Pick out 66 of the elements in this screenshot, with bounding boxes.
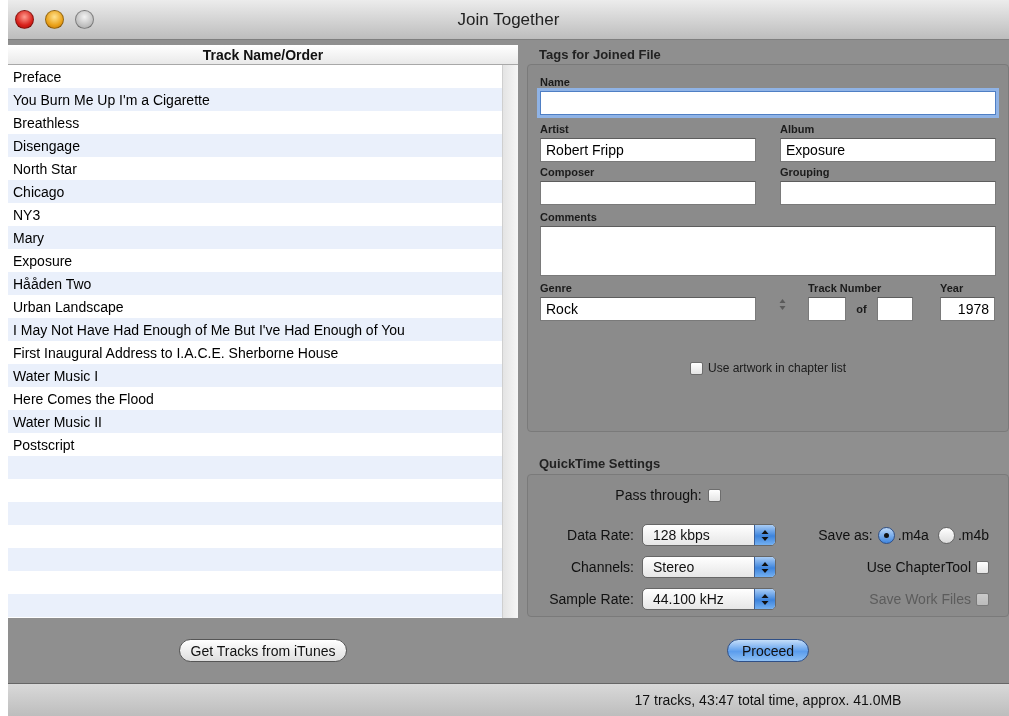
stepper-arrows-icon xyxy=(761,528,769,542)
section-title: Tags for Joined File xyxy=(538,46,662,64)
field-label: Album xyxy=(780,123,816,135)
track-name[interactable]: Urban Landscape xyxy=(13,298,124,315)
radio-button[interactable] xyxy=(877,526,895,544)
popup-menu[interactable]: 128 kbps xyxy=(642,524,776,546)
option-label: Save as: xyxy=(818,527,873,543)
composer-field[interactable] xyxy=(540,181,756,205)
track-count-field[interactable] xyxy=(877,297,913,321)
track-name[interactable]: Breathless xyxy=(13,114,80,131)
column-header[interactable]: Track Name/Order xyxy=(8,45,518,65)
zoom-button[interactable] xyxy=(75,10,94,29)
checkbox-label: Use artwork in chapter list xyxy=(707,361,846,375)
field-label: Comments xyxy=(540,211,598,223)
option-label: Sample Rate: xyxy=(549,591,634,607)
comments-field[interactable] xyxy=(540,226,996,276)
radio-button[interactable] xyxy=(937,526,955,544)
popup-menu[interactable]: 44.100 kHz xyxy=(642,588,776,610)
field-label: Track Number xyxy=(808,282,883,294)
name-field[interactable] xyxy=(540,91,996,115)
radio-label[interactable]: .m4b xyxy=(957,527,989,543)
artist-field[interactable]: Robert Fripp xyxy=(540,138,756,162)
proceed-button[interactable]: Proceed xyxy=(726,639,810,662)
track-name[interactable]: Preface xyxy=(13,68,62,85)
track-name[interactable]: Postscript xyxy=(13,436,75,453)
track-name[interactable]: North Star xyxy=(13,160,77,177)
year-field[interactable]: 1978 xyxy=(940,297,995,321)
field-label: Name xyxy=(540,76,571,88)
track-name[interactable]: Water Music II xyxy=(13,413,102,430)
close-button[interactable] xyxy=(15,10,34,29)
track-name[interactable]: NY3 xyxy=(13,206,41,223)
scrollbar-track[interactable] xyxy=(502,65,518,618)
track-name[interactable]: Mary xyxy=(13,229,45,246)
track-name[interactable]: First Inaugural Address to I.A.C.E. Sherborne House xyxy=(13,344,339,361)
option-label: Pass through: xyxy=(615,487,702,503)
field-label: Composer xyxy=(540,166,596,178)
of-label: of xyxy=(856,303,867,315)
track-name[interactable]: Hååden Two xyxy=(13,275,92,292)
grouping-field[interactable] xyxy=(780,181,996,205)
option-label: Data Rate: xyxy=(567,527,634,543)
album-field[interactable]: Exposure xyxy=(780,138,996,162)
radio-label[interactable]: .m4a xyxy=(897,527,929,543)
minimize-button[interactable] xyxy=(45,10,64,29)
track-name[interactable]: Here Comes the Flood xyxy=(13,390,154,407)
section-title: QuickTime Settings xyxy=(538,455,662,473)
track-name[interactable]: Water Music I xyxy=(13,367,99,384)
field-label: Artist xyxy=(540,123,570,135)
track-name[interactable]: Exposure xyxy=(13,252,73,269)
pass-through-checkbox[interactable] xyxy=(707,488,721,502)
field-label: Year xyxy=(940,282,965,294)
artwork-checkbox[interactable] xyxy=(689,361,703,375)
popup-menu[interactable]: Stereo xyxy=(642,556,776,578)
track-name[interactable]: Disengage xyxy=(13,137,80,154)
chaptertool-checkbox[interactable] xyxy=(976,560,989,574)
stepper-arrows-icon xyxy=(761,592,769,606)
status-text: 17 tracks, 43:47 total time, approx. 41.0MB xyxy=(634,692,902,708)
option-label: Channels: xyxy=(570,559,634,575)
stepper-arrows-icon xyxy=(761,560,769,574)
genre-field[interactable]: Rock xyxy=(540,297,756,321)
option-label: Use ChapterTool xyxy=(866,559,971,575)
field-label: Genre xyxy=(540,282,573,294)
track-number-field[interactable] xyxy=(808,297,846,321)
field-label: Grouping xyxy=(780,166,831,178)
window-title: Join Together xyxy=(457,9,560,29)
get-tracks-button[interactable]: Get Tracks from iTunes xyxy=(178,639,348,662)
track-name[interactable]: Chicago xyxy=(13,183,65,200)
